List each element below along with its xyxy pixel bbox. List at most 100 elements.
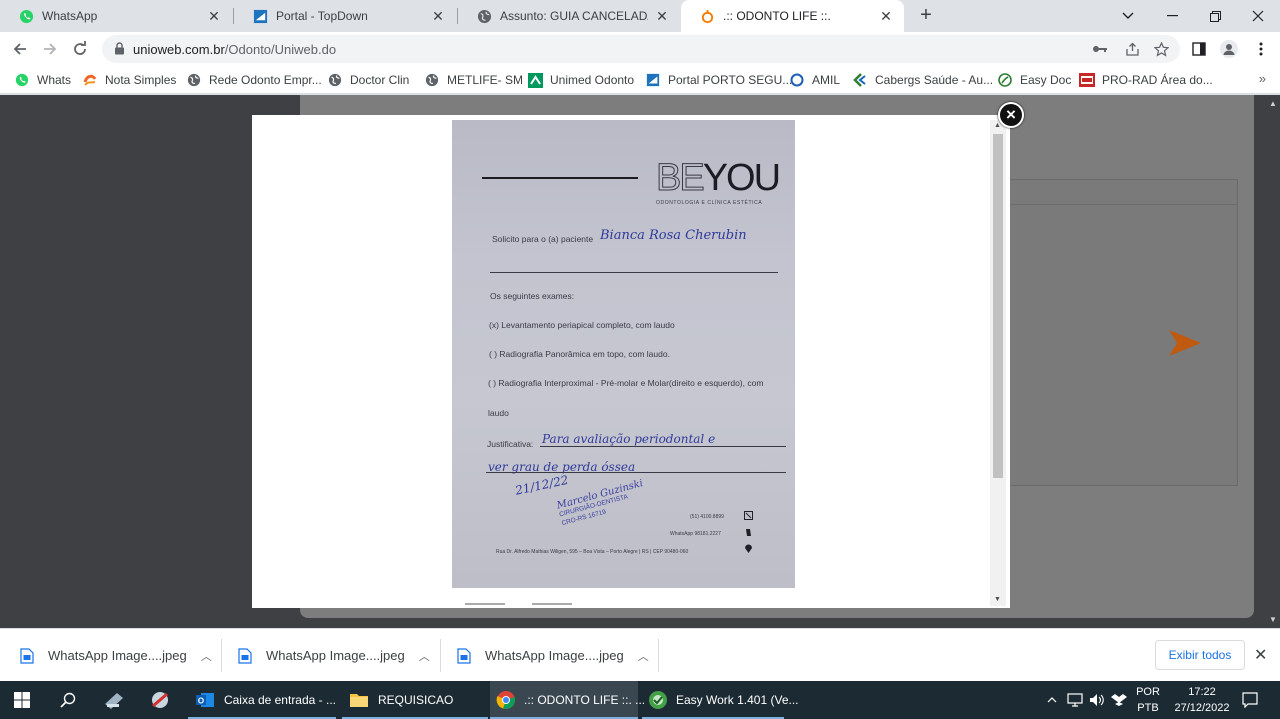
scroll-down-arrow-icon[interactable]: ▼ (1269, 615, 1277, 624)
restore-button[interactable] (1193, 0, 1237, 32)
bookmark-nota-simples[interactable]: Nota Simples (82, 71, 176, 89)
bookmark-amil[interactable]: AMIL (789, 71, 840, 89)
tab-strip: WhatsApp ✕ Portal - TopDown ✕ Assunto: G… (0, 0, 1280, 32)
new-tab-button[interactable]: + (914, 4, 938, 28)
globe-icon (424, 72, 440, 88)
more-bookmarks-button[interactable]: » (1259, 71, 1266, 86)
bookmark-pro-rad[interactable]: PRO-RAD Área do... (1079, 71, 1213, 89)
close-shelf-icon[interactable]: ✕ (1254, 645, 1267, 665)
reload-button[interactable] (68, 37, 92, 61)
taskbar-app-chrome[interactable]: .:: ODONTO LIFE ::. ... (490, 681, 645, 719)
close-tab-icon[interactable]: ✕ (430, 8, 446, 25)
scroll-down-arrow-icon[interactable]: ▼ (994, 596, 1001, 603)
easywork-icon (648, 689, 668, 711)
star-icon[interactable] (1153, 41, 1169, 57)
taskbar-app-easywork[interactable]: Easy Work 1.401 (Ve... (642, 681, 799, 719)
bookmark-cabergs[interactable]: Cabergs Saúde - Au... (852, 71, 993, 89)
minimize-button[interactable] (1150, 0, 1194, 32)
menu-kebab-icon[interactable] (1252, 40, 1270, 58)
tab-assunto[interactable]: Assunto: GUIA CANCELADA - GTO ✕ (458, 0, 680, 32)
close-tab-icon[interactable]: ✕ (206, 8, 222, 25)
globe-icon (186, 72, 202, 88)
handwritten-date: 21/12/22 (514, 472, 570, 498)
cropped-content (532, 603, 572, 605)
page-scrollbar[interactable]: ▲ ▼ (1265, 95, 1280, 628)
url-text: unioweb.com.br/Odonto/Uniweb.do (133, 42, 336, 57)
bookmark-unimed-odonto[interactable]: Unimed Odonto (527, 71, 634, 89)
dropbox-icon[interactable] (1108, 681, 1130, 719)
bookmark-label: Nota Simples (105, 73, 177, 87)
tab-whatsapp[interactable]: WhatsApp ✕ (0, 0, 232, 32)
back-button[interactable] (8, 37, 32, 61)
chrome-icon (496, 689, 516, 711)
amil-icon (789, 72, 805, 88)
scroll-up-arrow-icon[interactable]: ▲ (1269, 99, 1277, 108)
search-button[interactable] (48, 681, 88, 719)
bookmark-metlife[interactable]: METLIFE- SM (424, 71, 523, 89)
tab-search-button[interactable] (1106, 0, 1150, 32)
network-icon[interactable] (1064, 681, 1086, 719)
bookmark-label: PRO-RAD Área do... (1102, 73, 1213, 87)
location-pin-icon (745, 544, 752, 553)
page-panel-divider (1010, 204, 1238, 205)
bookmark-doctor-clin[interactable]: Doctor Clin (327, 71, 409, 89)
tab-odonto-life[interactable]: .:: ODONTO LIFE ::. ✕ (681, 0, 904, 32)
phone-number: (51) 4100.8899 (690, 514, 724, 520)
share-icon[interactable] (1124, 41, 1140, 57)
lock-icon[interactable] (114, 42, 125, 58)
chevron-up-icon[interactable]: ︿ (201, 648, 212, 664)
download-item[interactable]: WhatsApp Image....jpeg ︿ (20, 629, 212, 682)
download-divider (221, 639, 222, 672)
scanner-icon (105, 693, 123, 709)
taskbar-app-folder[interactable]: REQUISICAO (342, 681, 488, 719)
close-tab-icon[interactable]: ✕ (654, 8, 670, 25)
close-modal-button[interactable]: × (998, 102, 1024, 128)
tray-expand-icon[interactable] (1042, 681, 1062, 719)
outlook-icon: O (194, 689, 216, 711)
image-file-icon (238, 647, 252, 664)
modal-scrollbar[interactable]: ▲ ▼ (990, 120, 1006, 606)
logo-subtitle: ODONTOLOGIA E CLÍNICA ESTÉTICA (656, 200, 763, 206)
bookmark-porto-seguro[interactable]: Portal PORTO SEGU... (645, 71, 792, 89)
portal-icon (645, 72, 661, 88)
volume-icon[interactable] (1086, 681, 1108, 719)
address-bar[interactable]: unioweb.com.br/Odonto/Uniweb.do (102, 35, 1180, 63)
bookmark-easy-doc[interactable]: Easy Doc (997, 71, 1071, 89)
bookmark-whats[interactable]: Whats (14, 71, 71, 89)
tab-portal-topdown[interactable]: Portal - TopDown ✕ (234, 0, 456, 32)
key-icon[interactable] (1092, 41, 1108, 57)
cabergs-icon (852, 72, 868, 88)
bookmark-label: Portal PORTO SEGU... (668, 73, 793, 87)
taskbar-app-outlook[interactable]: O Caixa de entrada - ... (188, 681, 336, 719)
language-indicator[interactable]: POR PTB (1130, 684, 1166, 716)
start-button[interactable] (0, 681, 44, 719)
side-panel-icon[interactable] (1190, 40, 1208, 58)
odonto-icon (699, 8, 715, 24)
nota-icon (82, 72, 98, 88)
close-tab-icon[interactable]: ✕ (878, 8, 894, 25)
restore-icon (1209, 10, 1221, 22)
justification-rule (540, 446, 786, 447)
profile-avatar-icon[interactable] (1220, 40, 1238, 58)
download-item[interactable]: WhatsApp Image....jpeg ︿ (238, 629, 430, 682)
pinned-app-button[interactable] (94, 681, 134, 719)
minimize-icon (1166, 15, 1178, 17)
download-item[interactable]: WhatsApp Image....jpeg ︿ (457, 629, 649, 682)
chevron-up-icon[interactable]: ︿ (638, 648, 649, 664)
chevron-up-icon[interactable]: ︿ (419, 648, 430, 664)
bookmark-rede-odonto[interactable]: Rede Odonto Empr... (186, 71, 322, 89)
search-icon (60, 692, 76, 708)
url-domain: unioweb.com.br (133, 42, 225, 57)
exam-item: ( ) Radiografia Panorâmica em topo, com … (489, 349, 670, 359)
taskbar-app-label: Easy Work 1.401 (Ve... (676, 693, 799, 707)
show-all-downloads-button[interactable]: Exibir todos (1155, 640, 1245, 670)
pinned-app-button[interactable] (140, 681, 180, 719)
exam-item: (x) Levantamento periapical completo, co… (489, 320, 675, 330)
close-window-button[interactable] (1236, 0, 1280, 32)
scrollbar-thumb[interactable] (993, 134, 1003, 478)
forward-button[interactable] (38, 37, 62, 61)
next-arrow-icon[interactable] (1168, 329, 1202, 357)
system-clock[interactable]: 17:22 27/12/2022 (1172, 684, 1232, 716)
beyou-logo: BEYOU (656, 157, 782, 199)
notifications-icon[interactable] (1236, 681, 1264, 719)
